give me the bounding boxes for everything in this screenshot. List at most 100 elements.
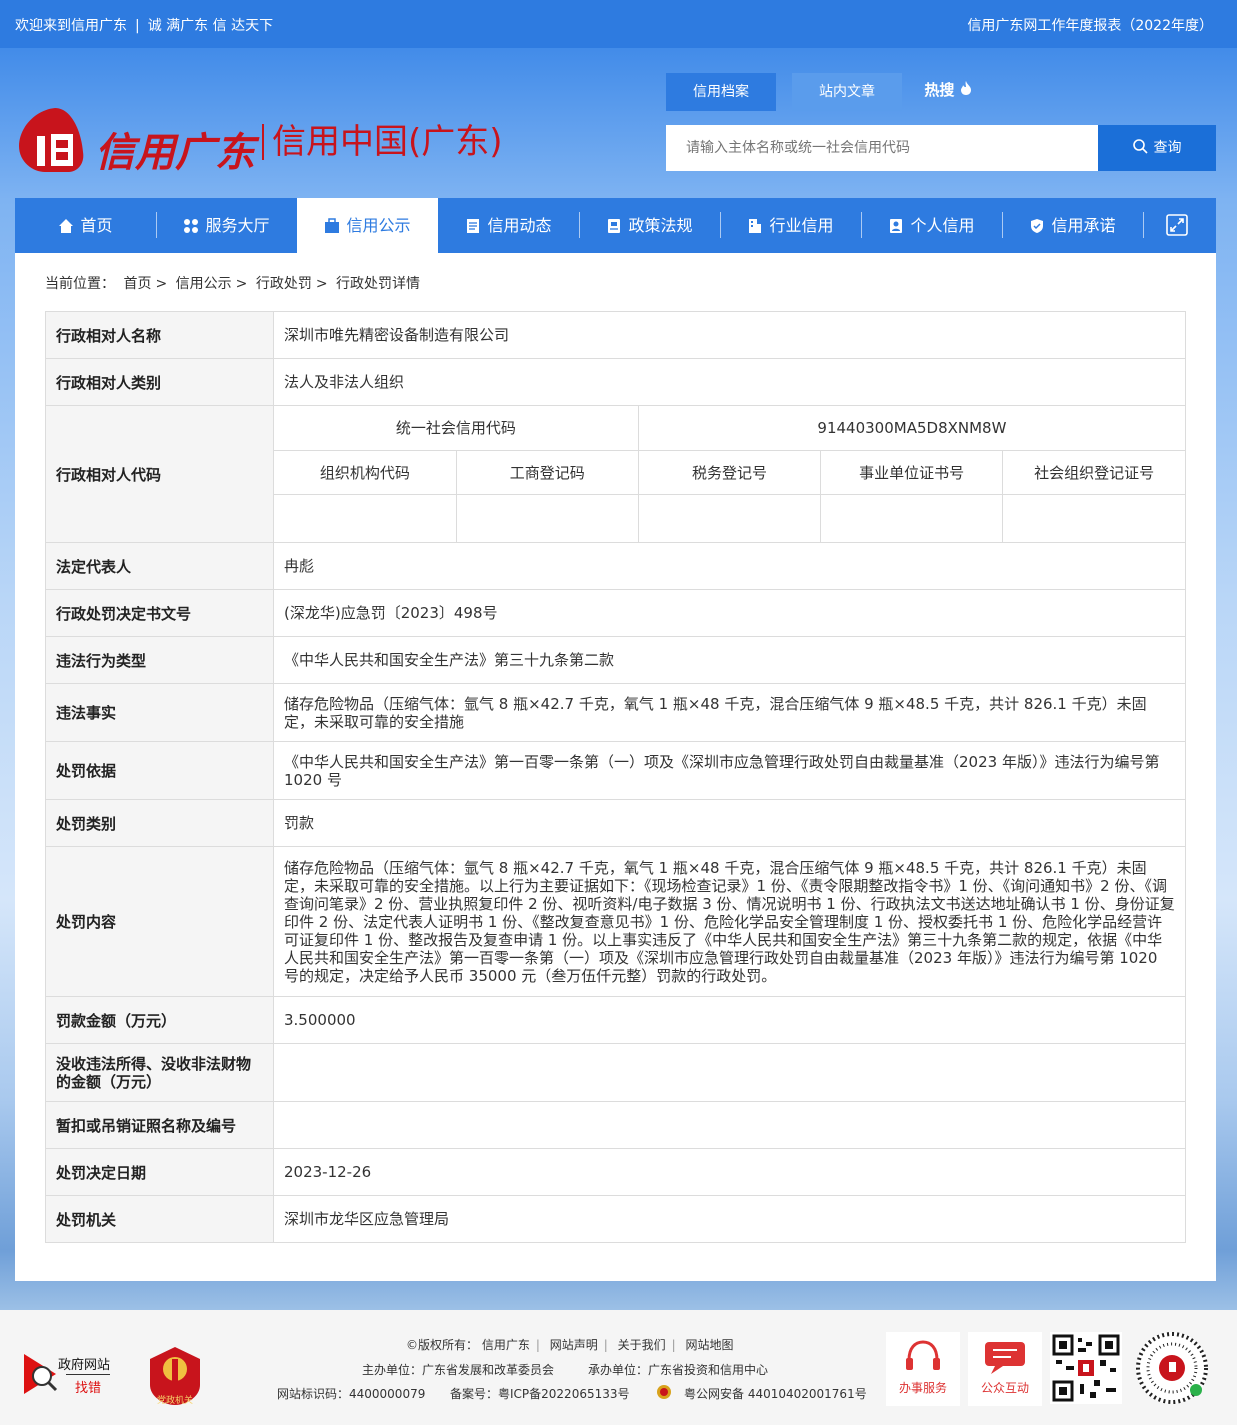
date-label: 处罚决定日期 — [45, 1148, 274, 1196]
uscc-label: 统一社会信用代码 — [274, 406, 639, 451]
mini-program-icon — [1136, 1332, 1208, 1404]
briefcase-icon — [325, 218, 340, 233]
annual-report-link[interactable]: 信用广东网工作年度报表（2022年度） — [967, 15, 1213, 35]
nav-credit-promise[interactable]: 信用承诺 — [1002, 198, 1143, 253]
breadcrumb-prefix: 当前位置： — [45, 276, 115, 292]
table-row: 处罚决定日期 2023-12-26 — [45, 1148, 1186, 1196]
confiscate-label: 没收违法所得、没收非法财物的金额（万元） — [45, 1043, 274, 1102]
interact-button[interactable]: 公众互动 — [968, 1332, 1042, 1406]
organizer-text: 承办单位：广东省投资和信用中心 — [588, 1363, 769, 1377]
org-code-header: 组织机构代码 — [274, 449, 457, 495]
logo-brand: 信用广东 — [95, 129, 255, 176]
policy-icon — [608, 219, 621, 233]
nav-credit-public[interactable]: 信用公示 — [297, 198, 438, 253]
logo-subtitle: 信用中国(广东) — [262, 124, 503, 160]
nav-personal-credit[interactable]: 个人信用 — [861, 198, 1002, 253]
nav-home[interactable]: 首页 — [15, 198, 156, 253]
facts-label: 违法事实 — [45, 683, 274, 742]
legal-rep-label: 法定代表人 — [45, 542, 274, 590]
decision-doc-value: (深龙华)应急罚〔2023〕498号 — [273, 589, 1186, 637]
table-row: 行政相对人类别 法人及非法人组织 — [45, 358, 1186, 406]
service-button[interactable]: 办事服务 — [886, 1332, 960, 1406]
breadcrumb-home[interactable]: 首页 — [123, 276, 151, 292]
breadcrumb-penalty[interactable]: 行政处罚 — [256, 276, 312, 292]
table-row: 处罚机关 深圳市龙华区应急管理局 — [45, 1195, 1186, 1243]
grid-icon — [184, 219, 199, 233]
legal-rep-value: 冉彪 — [273, 542, 1186, 590]
content-label: 处罚内容 — [45, 846, 274, 997]
footer-link-home[interactable]: 信用广东 — [482, 1338, 530, 1352]
interact-label: 公众互动 — [980, 1381, 1029, 1395]
table-row: 处罚依据 《中华人民共和国安全生产法》第一百零一条第（一）项及《深圳市应急管理行… — [45, 741, 1186, 800]
penalty-detail-table: 行政相对人名称 深圳市唯先精密设备制造有限公司 行政相对人类别 法人及非法人组织… — [45, 311, 1186, 1243]
police-record-link[interactable]: 粤公网安备 44010402001761号 — [684, 1385, 867, 1402]
id-card-icon — [890, 219, 903, 233]
table-row: 暂扣或吊销证照名称及编号 — [45, 1101, 1186, 1149]
search-button[interactable]: 查询 — [1098, 125, 1216, 171]
uscc-value: 91440300MA5D8XNM8W — [637, 406, 1185, 451]
table-row: 违法行为类型 《中华人民共和国安全生产法》第三十九条第二款 — [45, 636, 1186, 684]
find-error-label: 找错 — [66, 1374, 110, 1396]
nav-credit-promise-label: 信用承诺 — [1051, 216, 1116, 235]
breadcrumb-credit-public[interactable]: 信用公示 — [176, 276, 232, 292]
basis-label: 处罚依据 — [45, 741, 274, 800]
biz-reg-header: 工商登记码 — [455, 449, 639, 495]
nav-service-hall-label: 服务大厅 — [205, 216, 270, 235]
mini-program-code — [1136, 1332, 1208, 1404]
welcome-text: 欢迎来到信用广东 — [15, 18, 127, 34]
social-org-value — [1002, 493, 1185, 542]
gov-site-error-badge[interactable]: 政府网站 找错 — [22, 1350, 122, 1398]
institution-cert-value — [820, 493, 1004, 542]
code-cell: 统一社会信用代码 91440300MA5D8XNM8W 组织机构代码 工商登记码… — [273, 405, 1186, 543]
service-label: 办事服务 — [898, 1381, 947, 1395]
authority-value: 深圳市龙华区应急管理局 — [273, 1195, 1186, 1243]
tax-reg-header: 税务登记号 — [637, 449, 822, 495]
footer-link-statement[interactable]: 网站声明 — [550, 1338, 598, 1352]
top-bar: 欢迎来到信用广东 | 诚 满广东 信 达天下 信用广东网工作年度报表（2022年度） — [0, 0, 1237, 48]
gov-site-label: 政府网站 — [58, 1358, 111, 1373]
search-button-label: 查询 — [1153, 140, 1182, 156]
footer-links-row: ©版权所有： 信用广东 | 网站声明 | 关于我们 | 网站地图 — [406, 1338, 734, 1352]
expand-icon[interactable] — [1165, 213, 1189, 237]
headset-icon — [906, 1340, 940, 1370]
tab-credit-archive[interactable]: 信用档案 — [666, 73, 776, 111]
host-text: 主办单位：广东省发展和改革委员会 — [362, 1363, 555, 1377]
hot-search-label: 热搜 — [924, 81, 955, 99]
qr-code-icon — [1052, 1334, 1120, 1402]
hot-search[interactable]: 热搜 — [918, 73, 978, 111]
flame-icon — [960, 81, 971, 95]
nav-service-hall[interactable]: 服务大厅 — [156, 198, 297, 253]
home-icon — [59, 219, 74, 233]
wechat-qr-code — [1050, 1332, 1122, 1404]
table-row: 处罚内容 储存危险物品（压缩气体：氩气 8 瓶×42.7 千克，氧气 1 瓶×4… — [45, 846, 1186, 997]
code-label: 行政相对人代码 — [45, 405, 274, 543]
table-row: 违法事实 储存危险物品（压缩气体：氩气 8 瓶×42.7 千克，氧气 1 瓶×4… — [45, 683, 1186, 742]
authority-label: 处罚机关 — [45, 1195, 274, 1243]
nav-industry-credit[interactable]: 行业信用 — [720, 198, 861, 253]
footer-link-sitemap[interactable]: 网站地图 — [686, 1338, 734, 1352]
party-text: 党政机关 — [156, 1396, 193, 1406]
fine-label: 罚款金额（万元） — [45, 996, 274, 1044]
tax-reg-value — [637, 493, 822, 542]
footer-link-about[interactable]: 关于我们 — [618, 1338, 666, 1352]
slogan-text: 诚 满广东 信 达天下 — [147, 18, 274, 34]
tab-site-articles[interactable]: 站内文章 — [792, 73, 902, 111]
org-code-value — [274, 493, 457, 542]
nav-credit-news[interactable]: 信用动态 — [438, 198, 579, 253]
search-input[interactable] — [666, 125, 1098, 171]
icp-link[interactable]: 备案号：粤ICP备2022065133号 — [450, 1385, 630, 1402]
building-icon — [749, 219, 762, 233]
type-value: 法人及非法人组织 — [273, 358, 1186, 406]
category-value: 罚款 — [273, 799, 1186, 847]
nav-policy[interactable]: 政策法规 — [579, 198, 720, 253]
nav-divider — [1143, 212, 1144, 238]
nav-personal-credit-label: 个人信用 — [910, 216, 975, 235]
copyright-label: ©版权所有： — [406, 1338, 479, 1352]
name-label: 行政相对人名称 — [45, 311, 274, 359]
table-row: 行政相对人代码 统一社会信用代码 91440300MA5D8XNM8W 组织机构… — [45, 405, 1186, 543]
detail-panel: 当前位置： 首页 > 信用公示 > 行政处罚 > 行政处罚详情 行政相对人名称 深圳市… — [15, 253, 1216, 1281]
nav-policy-label: 政策法规 — [628, 216, 693, 235]
type-label: 行政相对人类别 — [45, 358, 274, 406]
party-org-badge[interactable]: 党政机关 — [148, 1345, 202, 1407]
search-box — [666, 125, 1098, 171]
